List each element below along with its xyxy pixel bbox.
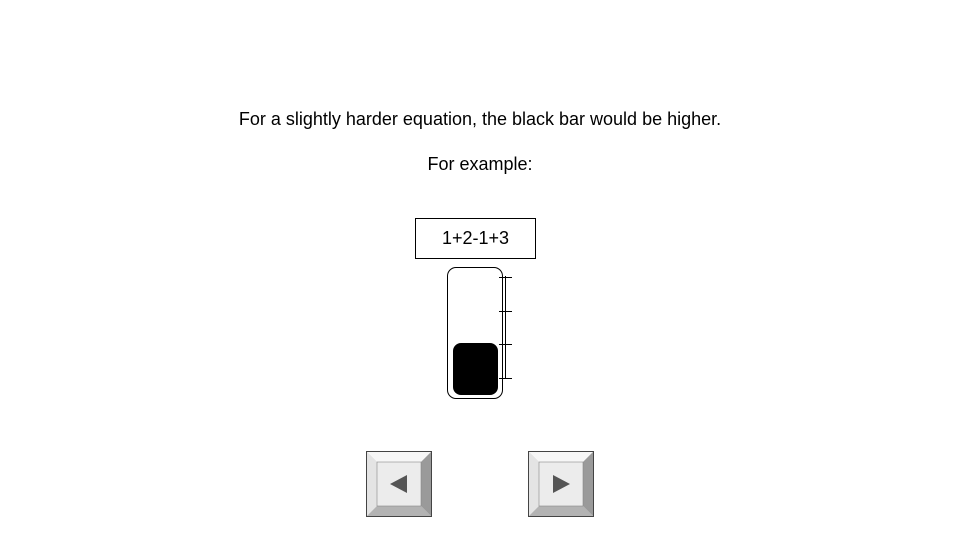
meter-tick bbox=[499, 311, 512, 312]
example-label: For example: bbox=[427, 154, 533, 174]
equation-box: 1+2-1+3 bbox=[415, 218, 536, 259]
left-arrow-icon bbox=[366, 451, 432, 517]
equation-text: 1+2-1+3 bbox=[441, 228, 510, 248]
next-button[interactable] bbox=[528, 451, 594, 517]
meter-tick bbox=[499, 344, 512, 345]
difficulty-meter bbox=[447, 267, 503, 399]
meter-tick bbox=[499, 378, 512, 379]
difficulty-meter-fill bbox=[453, 343, 498, 395]
previous-button[interactable] bbox=[366, 451, 432, 517]
instruction-text: For a slightly harder equation, the blac… bbox=[238, 109, 722, 129]
right-arrow-icon bbox=[528, 451, 594, 517]
meter-scale bbox=[505, 276, 506, 379]
meter-tick bbox=[499, 277, 512, 278]
